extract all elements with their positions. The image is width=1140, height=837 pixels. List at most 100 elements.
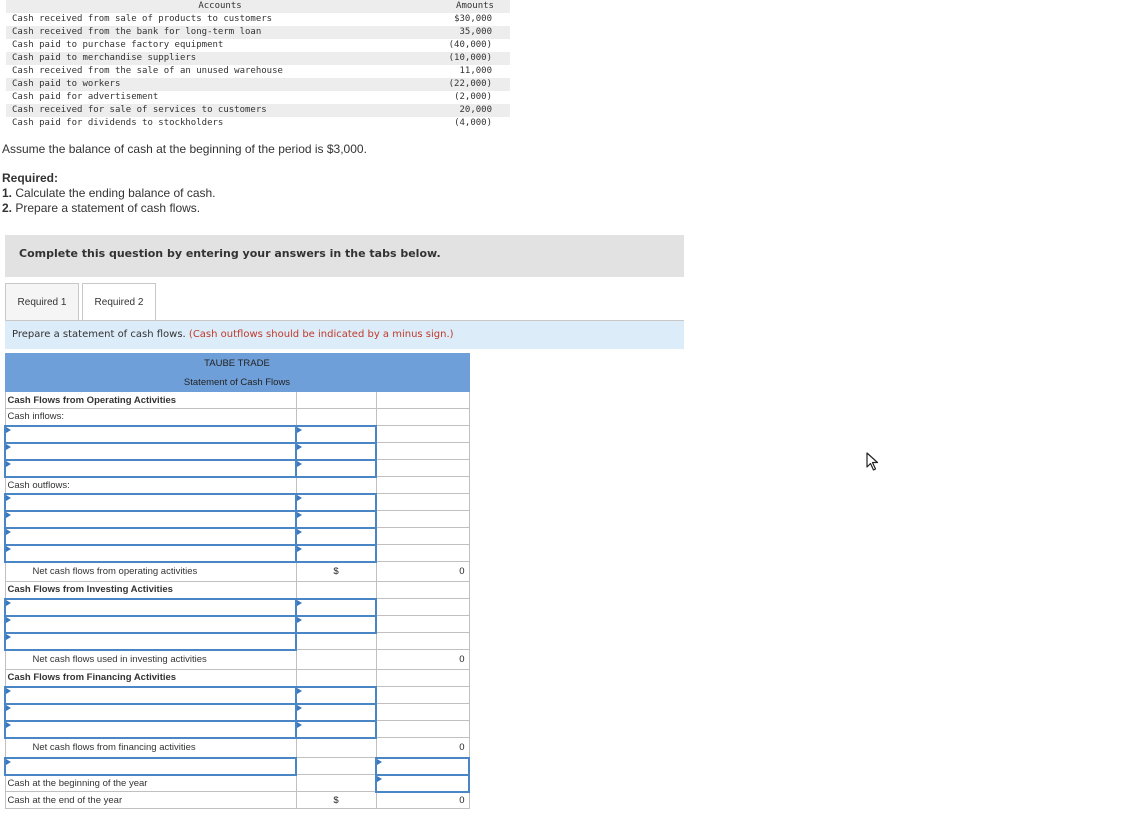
investing-amount-input[interactable]	[295, 614, 377, 634]
outflow-amount-input[interactable]	[295, 509, 377, 529]
tab-required-2[interactable]: Required 2	[82, 283, 156, 320]
empty-cell	[375, 581, 470, 599]
account-name: Cash paid for dividends to stockholders	[12, 118, 224, 128]
complete-banner-text: Complete this question by entering your …	[19, 247, 441, 260]
account-name: Cash received from sale of products to c…	[12, 14, 273, 24]
dollar-sign: $	[295, 791, 377, 809]
net-change-amount-input[interactable]	[375, 756, 470, 776]
empty-cell	[375, 669, 470, 687]
account-amount: (2,000)	[454, 92, 492, 102]
investing-account-input[interactable]	[4, 614, 297, 634]
beginning-cash-input[interactable]	[375, 773, 470, 793]
empty-cell	[295, 649, 377, 670]
required-heading: Required:	[2, 171, 59, 185]
required-2: 2. Prepare a statement of cash flows.	[2, 201, 200, 215]
account-name: Cash paid to merchandise suppliers	[6, 52, 434, 65]
empty-cell	[375, 632, 470, 650]
accounts-header: Accounts	[6, 0, 434, 13]
inflow-amount-input[interactable]	[295, 458, 377, 478]
dollar-sign: $	[295, 561, 377, 582]
required-1: 1. Calculate the ending balance of cash.	[2, 186, 216, 200]
empty-cell	[295, 632, 377, 650]
required-1-text: Calculate the ending balance of cash.	[15, 186, 216, 200]
net-operating-value: 0	[375, 561, 470, 582]
empty-cell	[295, 581, 377, 599]
account-amount: 20,000	[434, 104, 510, 117]
outflow-amount-input[interactable]	[295, 543, 377, 563]
financing-account-input[interactable]	[4, 702, 297, 722]
inflow-account-input[interactable]	[4, 424, 297, 444]
account-amount: $30,000	[454, 14, 492, 24]
empty-cell	[375, 510, 470, 528]
required-2-text: Prepare a statement of cash flows.	[15, 201, 201, 215]
inflow-amount-input[interactable]	[295, 441, 377, 461]
net-operating-label: Net cash flows from operating activities	[4, 561, 297, 582]
empty-cell	[375, 408, 470, 426]
cash-flow-statement: TAUBE TRADE Statement of Cash Flows Cash…	[4, 353, 470, 809]
account-name: Cash received from the bank for long-ter…	[6, 26, 434, 39]
outflow-amount-input[interactable]	[295, 492, 377, 512]
outflow-amount-input[interactable]	[295, 526, 377, 546]
empty-cell	[375, 459, 470, 477]
account-name: Cash received for sale of services to cu…	[6, 104, 434, 117]
net-financing-label: Net cash flows from financing activities	[4, 737, 297, 758]
empty-cell	[295, 391, 377, 409]
financing-amount-input[interactable]	[295, 702, 377, 722]
instruction-bar: Prepare a statement of cash flows. (Cash…	[5, 321, 684, 349]
account-amount: 11,000	[459, 66, 492, 76]
account-name: Cash paid to workers	[6, 78, 434, 91]
outflow-account-input[interactable]	[4, 526, 297, 546]
investing-account-input[interactable]	[4, 597, 297, 617]
instruction-note: (Cash outflows should be indicated by a …	[188, 329, 454, 340]
financing-account-input[interactable]	[4, 719, 297, 739]
accounts-table: Accounts Amounts Cash received from sale…	[6, 0, 510, 130]
empty-cell	[375, 391, 470, 409]
empty-cell	[375, 720, 470, 738]
empty-cell	[375, 686, 470, 704]
empty-cell	[375, 544, 470, 562]
account-name: Cash paid to purchase factory equipment	[12, 40, 224, 50]
inflow-account-input[interactable]	[4, 458, 297, 478]
net-financing-value: 0	[375, 737, 470, 758]
investing-amount-input[interactable]	[295, 597, 377, 617]
account-amount: (4,000)	[454, 118, 492, 128]
instruction-text: Prepare a statement of cash flows.	[12, 329, 186, 340]
financing-amount-input[interactable]	[295, 719, 377, 739]
inflow-amount-input[interactable]	[295, 424, 377, 444]
account-amount: (40,000)	[448, 40, 492, 50]
net-investing-label: Net cash flows used in investing activit…	[4, 649, 297, 670]
amounts-header: Amounts	[434, 0, 510, 13]
empty-cell	[375, 476, 470, 494]
account-name: Cash received from the sale of an unused…	[12, 66, 283, 76]
financing-account-input[interactable]	[4, 685, 297, 705]
beginning-cash-label: Cash at the beginning of the year	[4, 774, 297, 792]
mouse-cursor-icon	[866, 452, 879, 471]
assume-text: Assume the balance of cash at the beginn…	[2, 142, 367, 156]
financing-heading: Cash Flows from Financing Activities	[4, 669, 297, 687]
empty-cell	[295, 476, 377, 494]
inflow-account-input[interactable]	[4, 441, 297, 461]
net-change-label-input[interactable]	[4, 756, 297, 776]
outflow-account-input[interactable]	[4, 509, 297, 529]
required-1-number: 1.	[2, 186, 13, 200]
financing-amount-input[interactable]	[295, 685, 377, 705]
empty-cell	[375, 425, 470, 443]
complete-banner: Complete this question by entering your …	[5, 235, 684, 277]
empty-cell	[375, 703, 470, 721]
empty-cell	[295, 774, 377, 792]
empty-cell	[295, 669, 377, 687]
empty-cell	[295, 408, 377, 426]
ending-cash-value: 0	[375, 791, 470, 809]
empty-cell	[375, 615, 470, 633]
tab-required-1[interactable]: Required 1	[5, 283, 79, 320]
account-name: Cash paid for advertisement	[12, 92, 159, 102]
empty-cell	[295, 757, 377, 775]
empty-cell	[375, 442, 470, 460]
cash-inflows-label: Cash inflows:	[4, 408, 297, 426]
required-2-number: 2.	[2, 201, 13, 215]
empty-cell	[295, 737, 377, 758]
account-amount: (22,000)	[434, 78, 510, 91]
investing-account-input[interactable]	[4, 631, 297, 651]
outflow-account-input[interactable]	[4, 543, 297, 563]
outflow-account-input[interactable]	[4, 492, 297, 512]
